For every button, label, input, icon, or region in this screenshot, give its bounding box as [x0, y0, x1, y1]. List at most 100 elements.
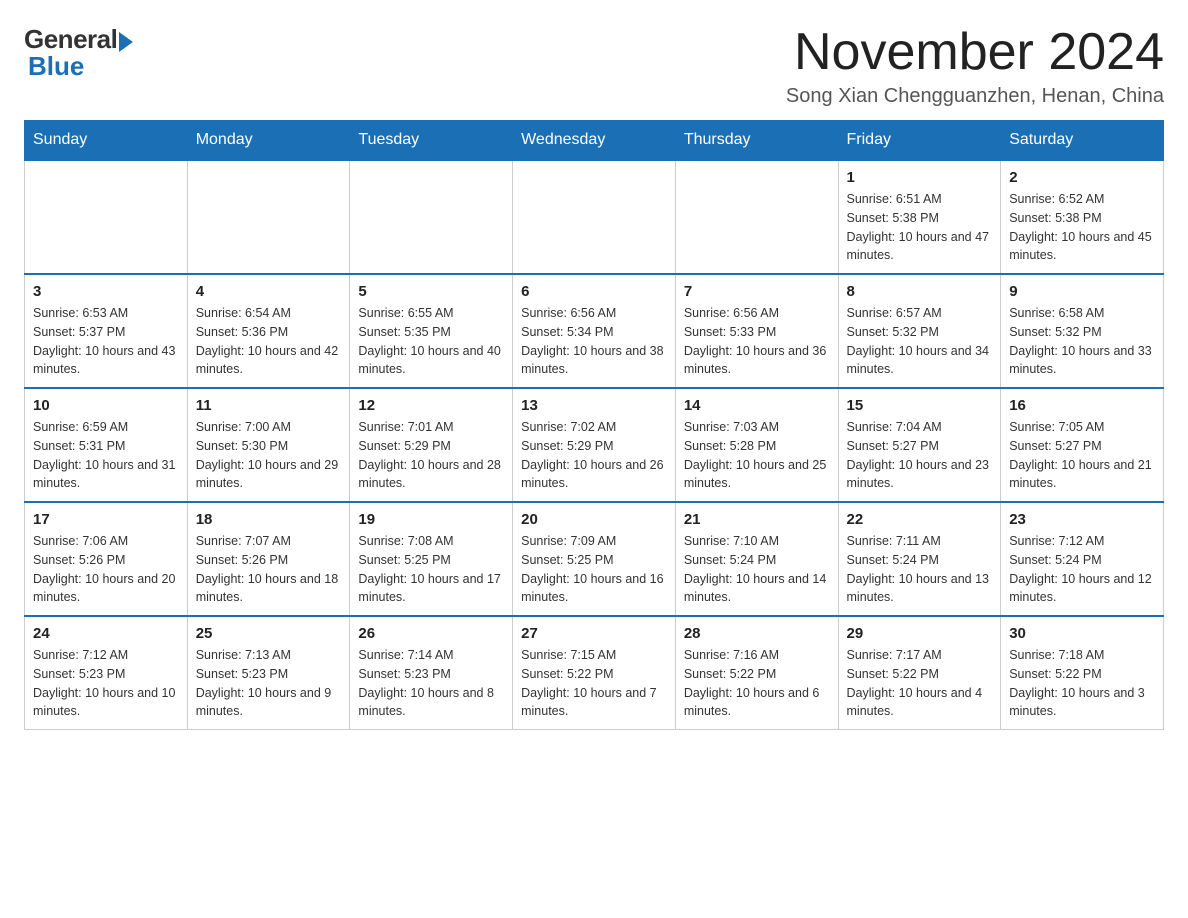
- calendar-day-cell: 14 Sunrise: 7:03 AMSunset: 5:28 PMDayligh…: [675, 388, 838, 502]
- day-number: 12: [358, 397, 504, 414]
- calendar-day-cell: 8Sunrise: 6:57 AMSunset: 5:32 PMDaylight…: [838, 274, 1001, 388]
- calendar-day-cell: 27 Sunrise: 7:15 AMSunset: 5:22 PMDayligh…: [513, 616, 676, 730]
- calendar-day-cell: 4 Sunrise: 6:54 AMSunset: 5:36 PMDaylight…: [187, 274, 350, 388]
- day-number: 24: [33, 625, 179, 642]
- day-info: Sunrise: 7:12 AMSunset: 5:24 PMDaylight:…: [1009, 532, 1155, 607]
- title-section: November 2024 Song Xian Chengguanzhen, H…: [786, 24, 1164, 108]
- day-number: 25: [196, 625, 342, 642]
- day-info: Sunrise: 7:07 AMSunset: 5:26 PMDaylight:…: [196, 532, 342, 607]
- calendar-day-cell: [675, 160, 838, 274]
- calendar-week-row: 17 Sunrise: 7:06 AMSunset: 5:26 PMDayligh…: [25, 502, 1164, 616]
- day-number: 1: [847, 169, 993, 186]
- day-info: Sunrise: 7:10 AMSunset: 5:24 PMDaylight:…: [684, 532, 830, 607]
- calendar-day-cell: 9 Sunrise: 6:58 AMSunset: 5:32 PMDaylight…: [1001, 274, 1164, 388]
- calendar-day-cell: 3Sunrise: 6:53 AMSunset: 5:37 PMDaylight…: [25, 274, 188, 388]
- day-info: Sunrise: 7:01 AMSunset: 5:29 PMDaylight:…: [358, 418, 504, 493]
- calendar-day-cell: 28 Sunrise: 7:16 AMSunset: 5:22 PMDayligh…: [675, 616, 838, 730]
- day-number: 3: [33, 283, 179, 300]
- calendar-day-header: Wednesday: [513, 121, 676, 161]
- calendar-day-cell: 6Sunrise: 6:56 AMSunset: 5:34 PMDaylight…: [513, 274, 676, 388]
- calendar-day-header: Friday: [838, 121, 1001, 161]
- day-number: 22: [847, 511, 993, 528]
- day-info: Sunrise: 7:13 AMSunset: 5:23 PMDaylight:…: [196, 646, 342, 721]
- day-number: 27: [521, 625, 667, 642]
- calendar-day-cell: 30 Sunrise: 7:18 AMSunset: 5:22 PMDayligh…: [1001, 616, 1164, 730]
- calendar-day-cell: [350, 160, 513, 274]
- day-info: Sunrise: 6:52 AMSunset: 5:38 PMDaylight:…: [1009, 190, 1155, 265]
- day-info: Sunrise: 6:55 AMSunset: 5:35 PMDaylight:…: [358, 304, 504, 379]
- day-number: 19: [358, 511, 504, 528]
- calendar-day-cell: 15 Sunrise: 7:04 AMSunset: 5:27 PMDayligh…: [838, 388, 1001, 502]
- calendar-day-cell: 19 Sunrise: 7:08 AMSunset: 5:25 PMDayligh…: [350, 502, 513, 616]
- day-number: 13: [521, 397, 667, 414]
- calendar-day-cell: 23 Sunrise: 7:12 AMSunset: 5:24 PMDayligh…: [1001, 502, 1164, 616]
- day-number: 4: [196, 283, 342, 300]
- day-number: 23: [1009, 511, 1155, 528]
- day-info: Sunrise: 6:58 AMSunset: 5:32 PMDaylight:…: [1009, 304, 1155, 379]
- calendar-day-cell: 21 Sunrise: 7:10 AMSunset: 5:24 PMDayligh…: [675, 502, 838, 616]
- day-number: 2: [1009, 169, 1155, 186]
- calendar-day-cell: 13 Sunrise: 7:02 AMSunset: 5:29 PMDayligh…: [513, 388, 676, 502]
- calendar-day-header: Sunday: [25, 121, 188, 161]
- day-number: 17: [33, 511, 179, 528]
- calendar-day-cell: 1Sunrise: 6:51 AMSunset: 5:38 PMDaylight…: [838, 160, 1001, 274]
- day-number: 9: [1009, 283, 1155, 300]
- logo: General Blue: [24, 24, 133, 82]
- day-number: 28: [684, 625, 830, 642]
- calendar-week-row: 10 Sunrise: 6:59 AMSunset: 5:31 PMDayligh…: [25, 388, 1164, 502]
- day-info: Sunrise: 7:00 AMSunset: 5:30 PMDaylight:…: [196, 418, 342, 493]
- day-info: Sunrise: 6:56 AMSunset: 5:33 PMDaylight:…: [684, 304, 830, 379]
- calendar-day-header: Tuesday: [350, 121, 513, 161]
- calendar-day-cell: 20 Sunrise: 7:09 AMSunset: 5:25 PMDayligh…: [513, 502, 676, 616]
- day-number: 11: [196, 397, 342, 414]
- calendar-day-cell: 17 Sunrise: 7:06 AMSunset: 5:26 PMDayligh…: [25, 502, 188, 616]
- day-info: Sunrise: 7:04 AMSunset: 5:27 PMDaylight:…: [847, 418, 993, 493]
- calendar-day-cell: 5 Sunrise: 6:55 AMSunset: 5:35 PMDaylight…: [350, 274, 513, 388]
- calendar-table: SundayMondayTuesdayWednesdayThursdayFrid…: [24, 120, 1164, 730]
- calendar-day-header: Thursday: [675, 121, 838, 161]
- day-number: 5: [358, 283, 504, 300]
- calendar-header-row: SundayMondayTuesdayWednesdayThursdayFrid…: [25, 121, 1164, 161]
- day-info: Sunrise: 7:15 AMSunset: 5:22 PMDaylight:…: [521, 646, 667, 721]
- day-number: 14: [684, 397, 830, 414]
- calendar-day-cell: 12 Sunrise: 7:01 AMSunset: 5:29 PMDayligh…: [350, 388, 513, 502]
- day-info: Sunrise: 7:08 AMSunset: 5:25 PMDaylight:…: [358, 532, 504, 607]
- day-number: 7: [684, 283, 830, 300]
- day-number: 29: [847, 625, 993, 642]
- day-info: Sunrise: 7:05 AMSunset: 5:27 PMDaylight:…: [1009, 418, 1155, 493]
- calendar-day-cell: 2 Sunrise: 6:52 AMSunset: 5:38 PMDaylight…: [1001, 160, 1164, 274]
- calendar-week-row: 24Sunrise: 7:12 AMSunset: 5:23 PMDayligh…: [25, 616, 1164, 730]
- day-number: 15: [847, 397, 993, 414]
- day-info: Sunrise: 7:03 AMSunset: 5:28 PMDaylight:…: [684, 418, 830, 493]
- logo-arrow-icon: [119, 32, 133, 52]
- calendar-day-cell: 25 Sunrise: 7:13 AMSunset: 5:23 PMDayligh…: [187, 616, 350, 730]
- day-number: 20: [521, 511, 667, 528]
- day-number: 18: [196, 511, 342, 528]
- day-info: Sunrise: 7:18 AMSunset: 5:22 PMDaylight:…: [1009, 646, 1155, 721]
- calendar-day-cell: [513, 160, 676, 274]
- calendar-day-cell: 18 Sunrise: 7:07 AMSunset: 5:26 PMDayligh…: [187, 502, 350, 616]
- day-info: Sunrise: 7:16 AMSunset: 5:22 PMDaylight:…: [684, 646, 830, 721]
- calendar-day-cell: 7 Sunrise: 6:56 AMSunset: 5:33 PMDaylight…: [675, 274, 838, 388]
- calendar-day-cell: [25, 160, 188, 274]
- calendar-day-cell: 26Sunrise: 7:14 AMSunset: 5:23 PMDayligh…: [350, 616, 513, 730]
- day-info: Sunrise: 7:09 AMSunset: 5:25 PMDaylight:…: [521, 532, 667, 607]
- day-info: Sunrise: 6:54 AMSunset: 5:36 PMDaylight:…: [196, 304, 342, 379]
- day-number: 30: [1009, 625, 1155, 642]
- day-number: 21: [684, 511, 830, 528]
- calendar-week-row: 1Sunrise: 6:51 AMSunset: 5:38 PMDaylight…: [25, 160, 1164, 274]
- day-number: 10: [33, 397, 179, 414]
- day-info: Sunrise: 6:59 AMSunset: 5:31 PMDaylight:…: [33, 418, 179, 493]
- day-info: Sunrise: 7:14 AMSunset: 5:23 PMDaylight:…: [358, 646, 504, 721]
- day-info: Sunrise: 7:11 AMSunset: 5:24 PMDaylight:…: [847, 532, 993, 607]
- day-info: Sunrise: 7:06 AMSunset: 5:26 PMDaylight:…: [33, 532, 179, 607]
- calendar-day-header: Saturday: [1001, 121, 1164, 161]
- day-info: Sunrise: 7:02 AMSunset: 5:29 PMDaylight:…: [521, 418, 667, 493]
- calendar-day-header: Monday: [187, 121, 350, 161]
- day-info: Sunrise: 7:17 AMSunset: 5:22 PMDaylight:…: [847, 646, 993, 721]
- calendar-day-cell: 16Sunrise: 7:05 AMSunset: 5:27 PMDayligh…: [1001, 388, 1164, 502]
- logo-blue-text: Blue: [28, 51, 84, 82]
- calendar-day-cell: 10 Sunrise: 6:59 AMSunset: 5:31 PMDayligh…: [25, 388, 188, 502]
- calendar-day-cell: 11 Sunrise: 7:00 AMSunset: 5:30 PMDayligh…: [187, 388, 350, 502]
- location-title: Song Xian Chengguanzhen, Henan, China: [786, 85, 1164, 108]
